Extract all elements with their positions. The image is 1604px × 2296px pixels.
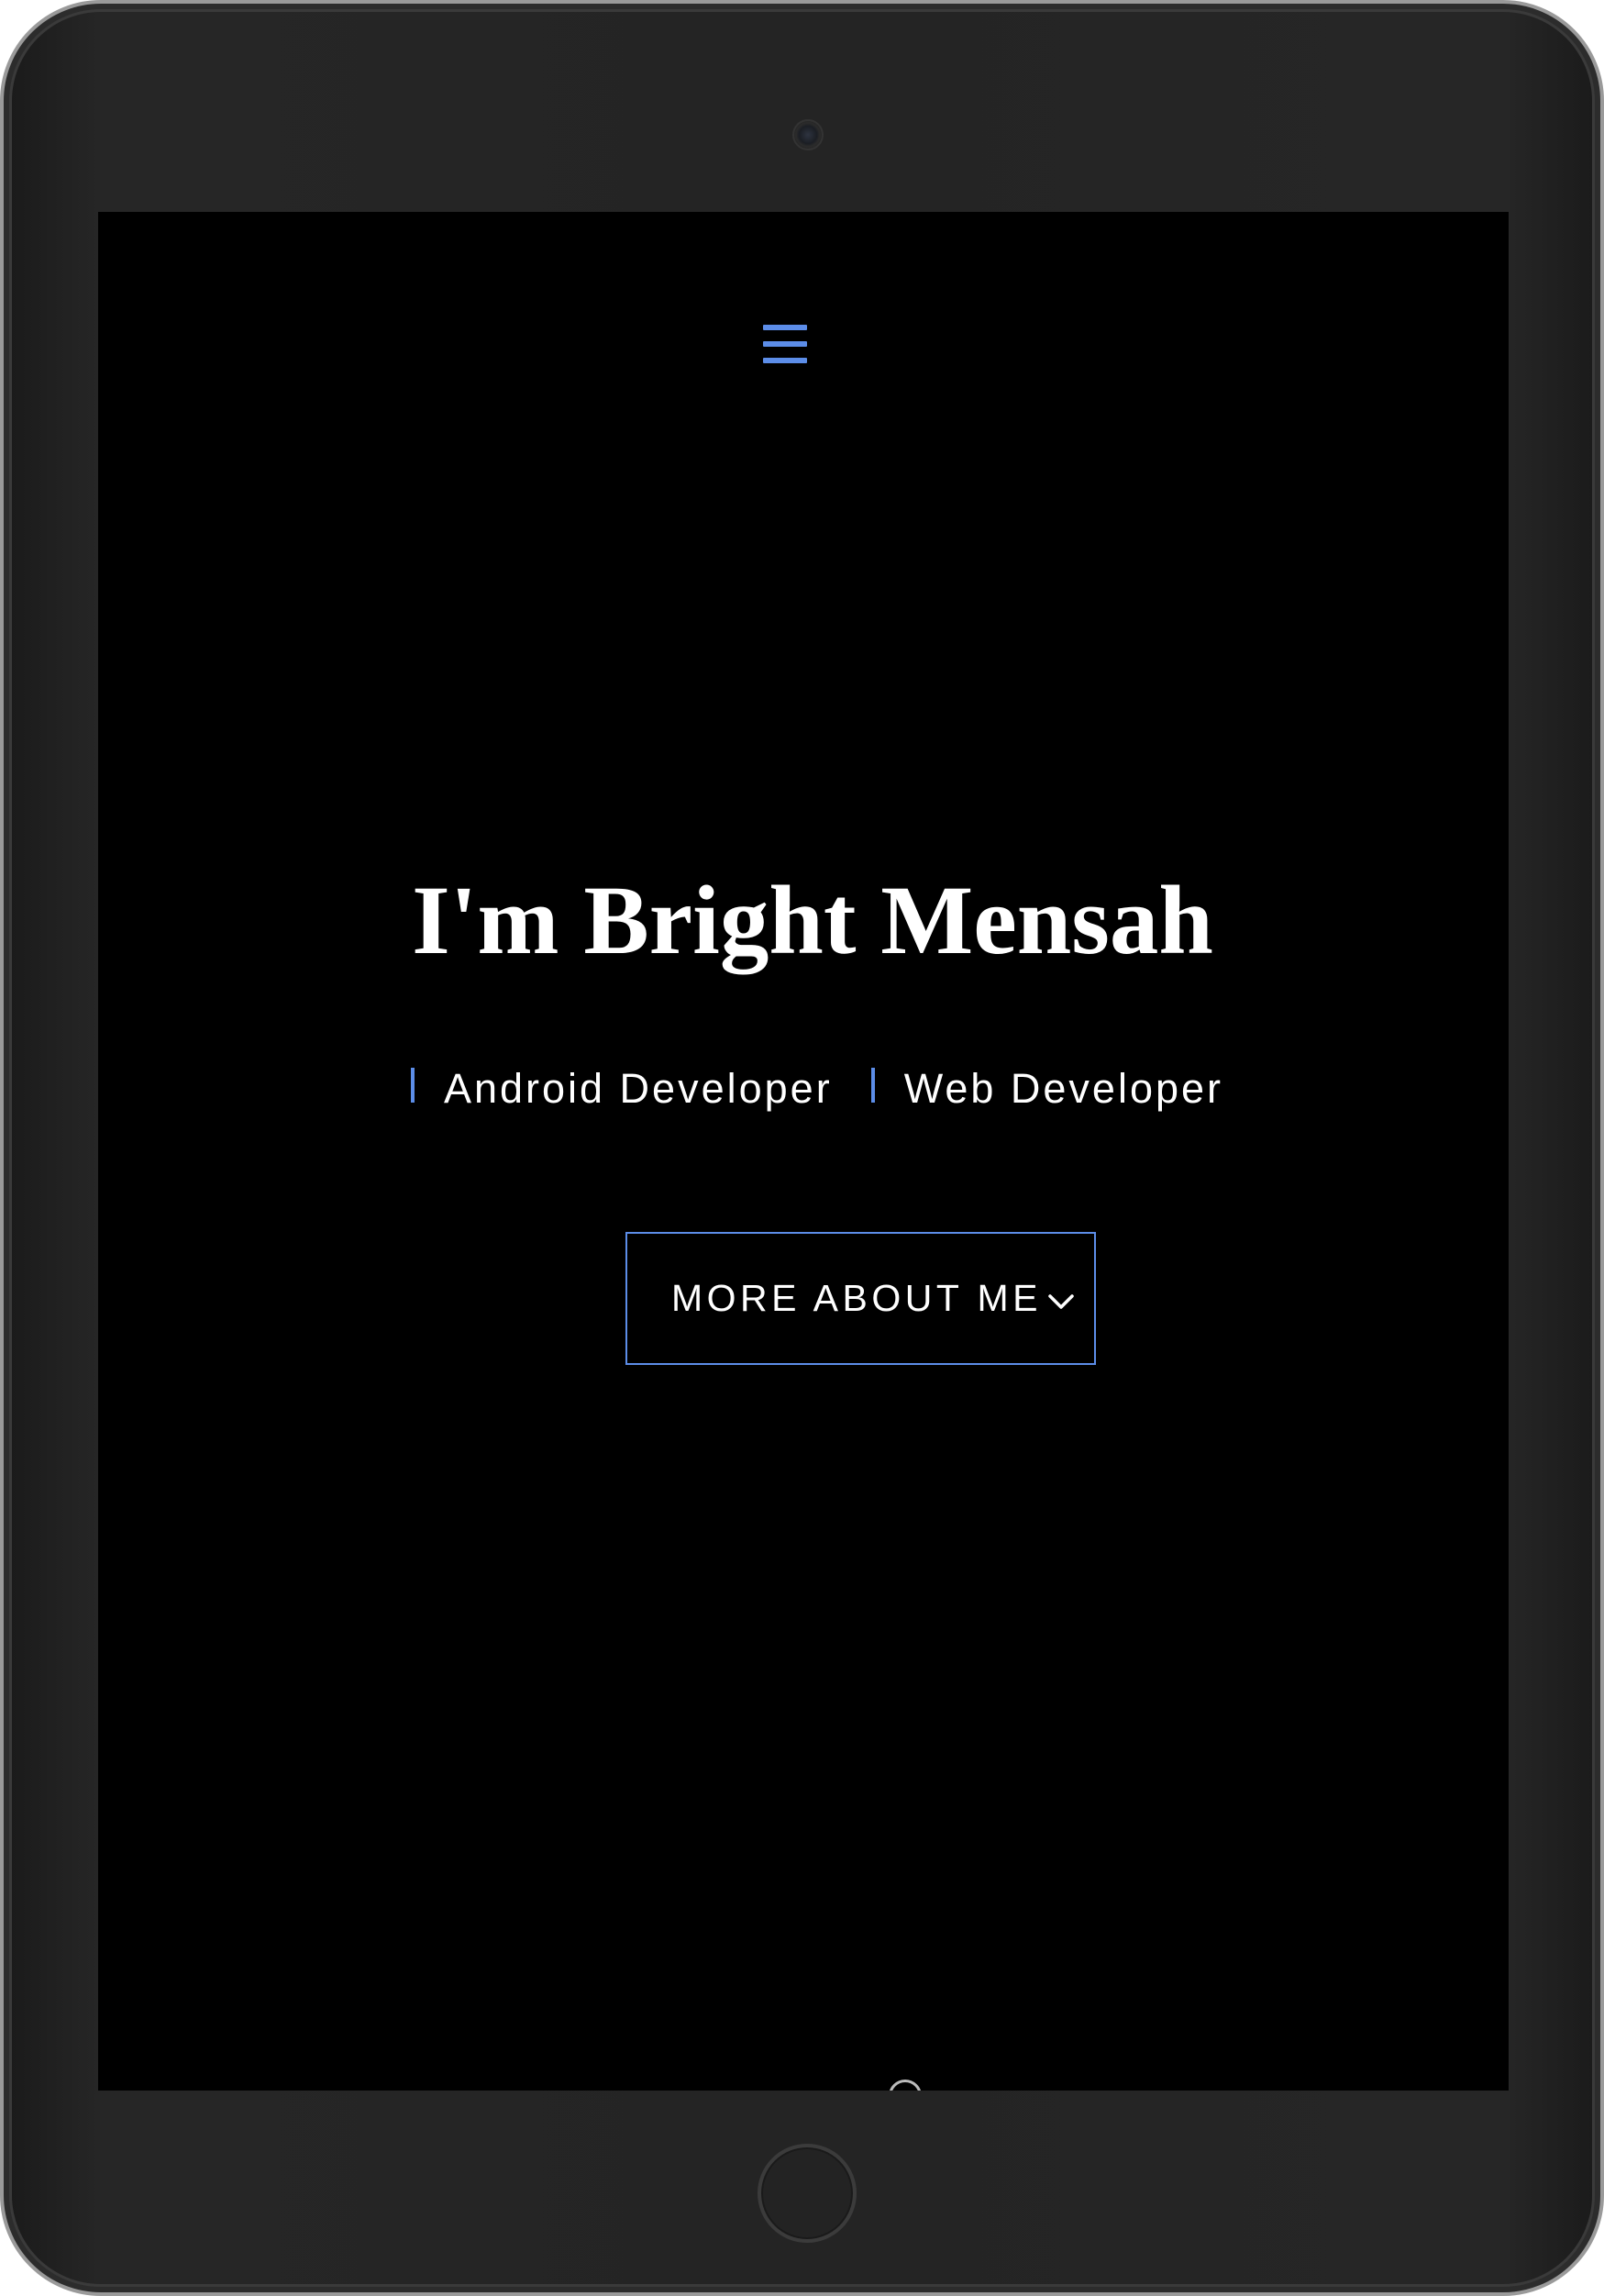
hero-title: I'm Bright Mensah <box>412 867 1213 975</box>
role-web: Web Developer <box>870 1065 1224 1113</box>
front-camera <box>792 119 824 150</box>
roles-typed-list: Android Developer Web Developer <box>98 1065 1509 1113</box>
role-label: Web Developer <box>903 1065 1224 1112</box>
screen: I'm Bright Mensah Android Developer Web … <box>98 212 1509 2091</box>
menu-bar-bottom <box>763 358 807 363</box>
role-android: Android Developer <box>410 1065 833 1113</box>
role-label: Android Developer <box>443 1065 833 1112</box>
role-separator-bar <box>410 1068 415 1103</box>
menu-bar-middle <box>763 341 807 347</box>
chevron-down-icon <box>1048 1293 1074 1309</box>
hamburger-menu-icon[interactable] <box>763 325 807 363</box>
scroll-indicator-icon[interactable] <box>889 2080 922 2091</box>
more-about-me-button[interactable]: MORE ABOUT ME <box>625 1232 1096 1365</box>
home-button[interactable] <box>758 2144 857 2243</box>
role-separator-bar <box>870 1068 875 1103</box>
menu-bar-top <box>763 325 807 330</box>
more-about-me-label: MORE ABOUT ME <box>671 1277 1043 1319</box>
tablet-device-frame: I'm Bright Mensah Android Developer Web … <box>0 0 1604 2296</box>
